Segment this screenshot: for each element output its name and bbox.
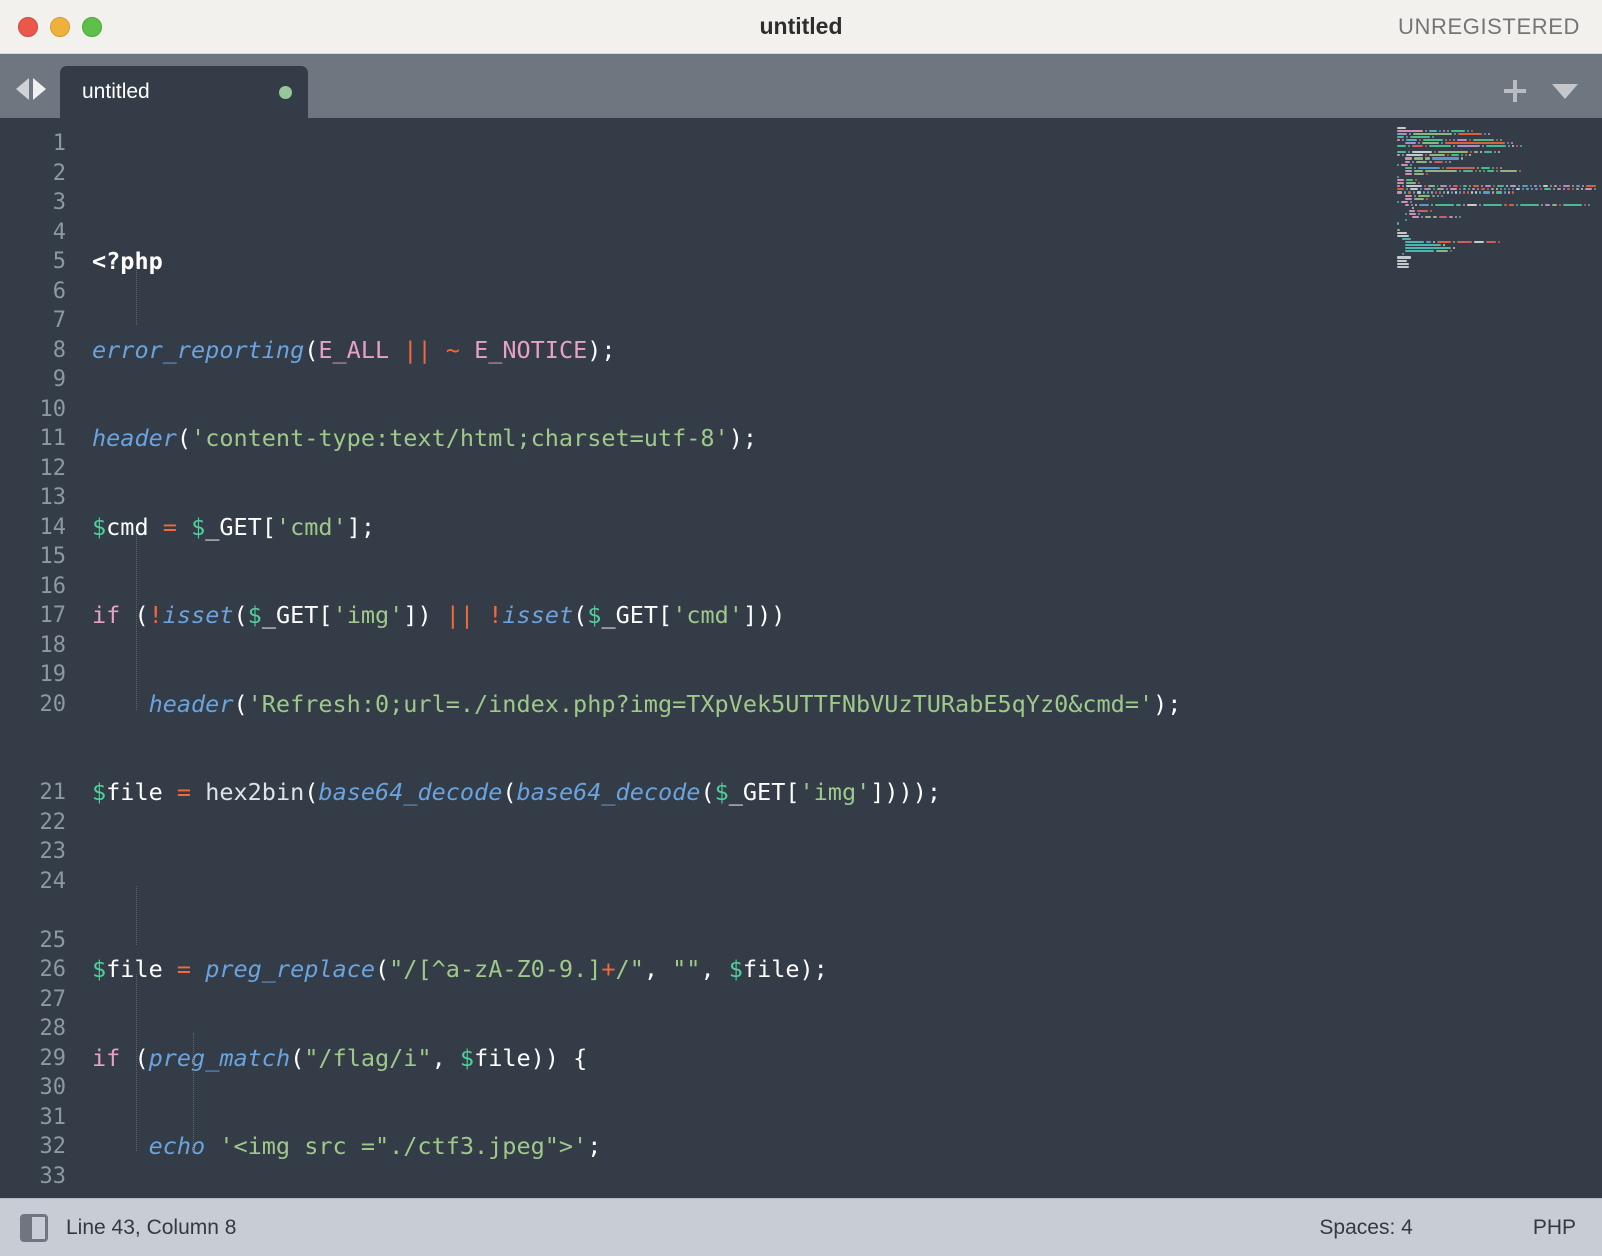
line-number: 6 xyxy=(52,278,66,304)
code-line: header('content-type:text/html;charset=u… xyxy=(92,424,757,452)
line-number: 20 xyxy=(39,691,67,717)
code-line: <?php xyxy=(92,247,163,275)
code-line: if (!isset($_GET['img']) || !isset($_GET… xyxy=(92,601,786,629)
line-number: 33 xyxy=(39,1163,67,1189)
tab-untitled[interactable]: untitled xyxy=(60,66,308,118)
line-number: 7 xyxy=(52,308,66,333)
line-number: 18 xyxy=(39,632,67,658)
line-number: 24 xyxy=(39,868,67,894)
window-titlebar: untitled UNREGISTERED xyxy=(0,0,1602,54)
close-button[interactable] xyxy=(18,16,38,37)
line-number: 26 xyxy=(39,957,67,982)
line-number: 22 xyxy=(39,809,67,835)
unsaved-changes-icon xyxy=(279,85,292,99)
chevron-down-icon[interactable] xyxy=(1552,83,1578,99)
line-number: 17 xyxy=(39,603,67,628)
line-number: 30 xyxy=(39,1075,67,1100)
plus-icon[interactable] xyxy=(1504,80,1526,102)
line-number: 31 xyxy=(39,1104,67,1130)
code-editor[interactable]: 1 2 3 4 5 6 7 8 9 10 11 12 13 14 15 16 1… xyxy=(0,118,1602,1198)
tab-bar: untitled xyxy=(0,54,1602,118)
line-number: 32 xyxy=(39,1134,67,1159)
status-bar: Line 43, Column 8 Spaces: 4 PHP xyxy=(0,1198,1602,1256)
tab-bar-actions xyxy=(1504,80,1602,118)
license-status-label: UNREGISTERED xyxy=(1398,13,1580,39)
line-number: 16 xyxy=(39,573,67,599)
tab-nav-arrows xyxy=(0,78,60,118)
code-minimap[interactable] xyxy=(1387,118,1602,1198)
line-number: 1 xyxy=(52,131,66,156)
cursor-position-label[interactable]: Line 43, Column 8 xyxy=(66,1216,236,1240)
code-line: header('Refresh:0;url=./index.php?img=TX… xyxy=(148,689,1182,718)
minimap-line xyxy=(1397,265,1596,268)
line-number: 14 xyxy=(39,514,67,540)
arrow-left-icon[interactable] xyxy=(16,78,29,100)
zoom-button[interactable] xyxy=(82,16,102,37)
line-number: 12 xyxy=(39,455,67,481)
tab-label: untitled xyxy=(82,80,150,103)
line-number: 13 xyxy=(39,485,67,510)
code-line: error_reporting(E_ALL || ~ E_NOTICE); xyxy=(92,335,616,364)
code-content[interactable]: <?php error_reporting(E_ALL || ~ E_NOTIC… xyxy=(80,118,1602,1198)
line-number: 27 xyxy=(39,986,67,1012)
line-number: 4 xyxy=(52,219,66,245)
line-number: 28 xyxy=(39,1016,67,1041)
line-number: 19 xyxy=(39,662,67,687)
code-line: if (preg_match("/flag/i", $file)) { xyxy=(92,1043,588,1072)
code-line: $file = hex2bin(base64_decode(base64_dec… xyxy=(92,778,942,806)
line-number: 2 xyxy=(52,160,66,186)
indent-guides xyxy=(80,118,194,1151)
line-number: 29 xyxy=(39,1045,67,1071)
line-number: 11 xyxy=(39,426,67,451)
line-number-gutter: 1 2 3 4 5 6 7 8 9 10 11 12 13 14 15 16 1… xyxy=(0,118,80,1198)
line-number: 3 xyxy=(52,190,66,215)
code-line: $file = preg_replace("/[^a-zA-Z0-9.]+/",… xyxy=(92,955,828,983)
window-controls xyxy=(0,16,102,37)
line-number: 9 xyxy=(52,367,66,392)
line-number: 5 xyxy=(52,249,66,274)
arrow-right-icon[interactable] xyxy=(33,78,46,100)
line-number: 23 xyxy=(39,839,67,864)
indentation-label[interactable]: Spaces: 4 xyxy=(1319,1216,1412,1240)
syntax-mode-label[interactable]: PHP xyxy=(1533,1216,1576,1240)
line-number: 10 xyxy=(39,396,67,422)
window-title: untitled xyxy=(759,13,843,39)
code-line: $cmd = $_GET['cmd']; xyxy=(92,512,376,541)
line-number: 15 xyxy=(39,544,67,569)
line-number: 8 xyxy=(52,337,66,363)
minimize-button[interactable] xyxy=(50,16,70,37)
sidebar-toggle-icon[interactable] xyxy=(20,1213,48,1242)
code-line: echo '<img src ="./ctf3.jpeg">'; xyxy=(148,1132,602,1160)
line-number: 25 xyxy=(39,927,67,953)
line-number: 21 xyxy=(39,780,67,805)
